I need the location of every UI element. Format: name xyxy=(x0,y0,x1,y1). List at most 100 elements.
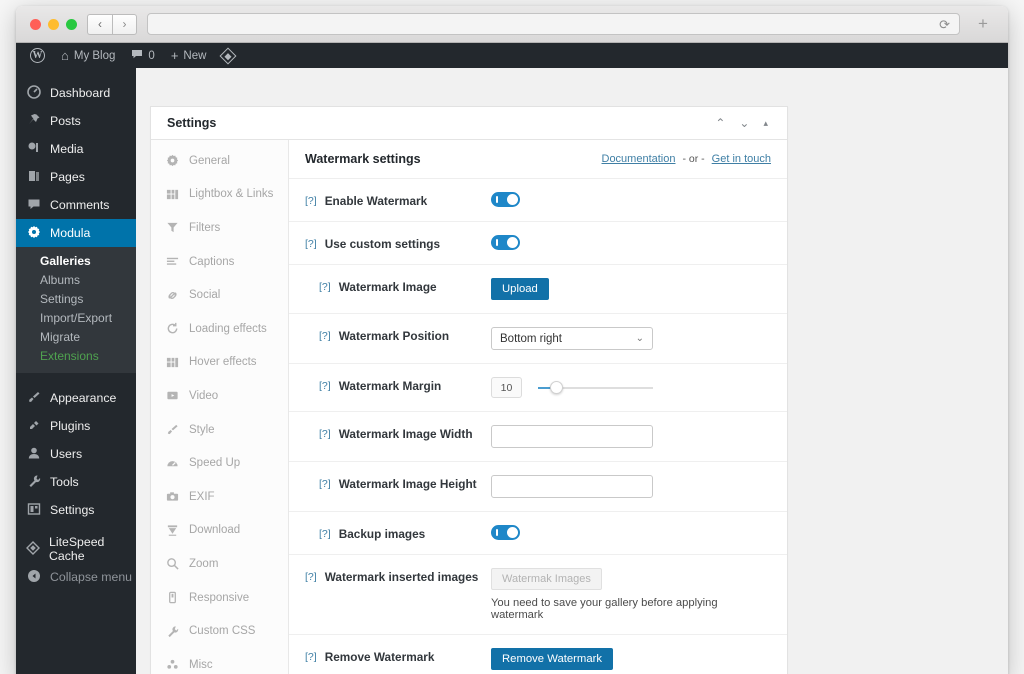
help-icon[interactable]: [?] xyxy=(305,571,317,583)
tab-filters[interactable]: Filters xyxy=(151,211,288,245)
sidebar-item-users[interactable]: Users xyxy=(16,440,136,468)
browser-window: ‹ › ⟳ + W ⌂ My Blog 0 + New Dashboard Po… xyxy=(16,6,1008,674)
back-icon[interactable]: ‹ xyxy=(87,13,112,35)
watermark-margin-value[interactable]: 10 xyxy=(491,377,522,398)
maximize-window-button[interactable] xyxy=(66,18,77,30)
tab-social[interactable]: Social xyxy=(151,278,288,312)
tab-zoom[interactable]: Zoom xyxy=(151,547,288,581)
sidebar-item-appearance[interactable]: Appearance xyxy=(16,384,136,412)
tab-style[interactable]: Style xyxy=(151,413,288,447)
tab-misc[interactable]: Misc xyxy=(151,648,288,674)
comment-count: 0 xyxy=(148,49,155,62)
watermark-image-height-input[interactable] xyxy=(491,475,653,498)
help-icon[interactable]: [?] xyxy=(319,528,331,540)
sidebar-item-media[interactable]: Media xyxy=(16,135,136,163)
link-icon xyxy=(165,288,179,302)
row-watermark-image: [?] Watermark Image Upload xyxy=(289,265,787,314)
sidebar-item-settings[interactable]: Settings xyxy=(16,496,136,524)
move-down-icon[interactable]: ⌄ xyxy=(732,117,756,129)
tab-responsive[interactable]: Responsive xyxy=(151,581,288,615)
slider-handle[interactable] xyxy=(550,381,563,394)
remove-watermark-button[interactable]: Remove Watermark xyxy=(491,648,614,670)
caption-icon xyxy=(165,255,179,269)
sidebar-item-tools[interactable]: Tools xyxy=(16,468,136,496)
row-label: [?] Remove Watermark xyxy=(305,648,491,664)
address-bar[interactable]: ⟳ xyxy=(147,13,960,35)
help-icon[interactable]: [?] xyxy=(319,380,331,392)
litespeed-button[interactable] xyxy=(214,43,242,68)
row-enable-watermark: [?] Enable Watermark xyxy=(289,179,787,222)
submenu-item-extensions[interactable]: Extensions xyxy=(16,347,136,366)
chevron-down-icon: ⌄ xyxy=(635,333,644,344)
row-control: Watermak Images You need to save your ga… xyxy=(491,568,771,621)
tab-video[interactable]: Video xyxy=(151,379,288,413)
new-tab-button[interactable]: + xyxy=(968,12,998,36)
tab-lightbox-links[interactable]: Lightbox & Links xyxy=(151,178,288,212)
brush-icon xyxy=(165,423,179,437)
documentation-link[interactable]: Documentation xyxy=(602,153,676,165)
field-label: Use custom settings xyxy=(324,237,441,251)
new-content-button[interactable]: + New xyxy=(163,43,215,68)
field-label: Backup images xyxy=(338,527,426,541)
wp-admin-sidebar: Dashboard Posts Media Pages Comments Mod… xyxy=(16,68,136,674)
help-icon[interactable]: [?] xyxy=(305,651,317,663)
submenu-item-galleries[interactable]: Galleries xyxy=(16,252,136,271)
tab-loading-effects[interactable]: Loading effects xyxy=(151,312,288,346)
move-up-icon[interactable]: ⌃ xyxy=(708,117,732,129)
sidebar-item-posts[interactable]: Posts xyxy=(16,107,136,135)
help-icon[interactable]: [?] xyxy=(305,238,317,250)
help-icon[interactable]: [?] xyxy=(319,478,331,490)
backup-images-toggle[interactable] xyxy=(491,525,520,540)
tab-download[interactable]: Download xyxy=(151,514,288,548)
submenu-item-migrate[interactable]: Migrate xyxy=(16,328,136,347)
settings-tabs: General Lightbox & Links Filters Caption… xyxy=(151,140,289,674)
collapse-panel-icon[interactable]: ▴ xyxy=(756,118,775,128)
sidebar-item-comments[interactable]: Comments xyxy=(16,191,136,219)
help-icon[interactable]: [?] xyxy=(319,330,331,342)
watermark-position-select[interactable]: Bottom right ⌄ xyxy=(491,327,653,350)
sidebar-item-modula[interactable]: Modula xyxy=(16,219,136,247)
submenu-item-import-export[interactable]: Import/Export xyxy=(16,309,136,328)
submenu-item-settings[interactable]: Settings xyxy=(16,290,136,309)
tab-captions[interactable]: Captions xyxy=(151,245,288,279)
nav-buttons[interactable]: ‹ › xyxy=(87,13,137,35)
help-icon[interactable]: [?] xyxy=(305,195,317,207)
tab-custom-css[interactable]: Custom CSS xyxy=(151,614,288,648)
tab-label: Loading effects xyxy=(189,322,267,335)
tab-general[interactable]: General xyxy=(151,144,288,178)
enable-watermark-toggle[interactable] xyxy=(491,192,520,207)
help-icon[interactable]: [?] xyxy=(319,281,331,293)
sidebar-item-plugins[interactable]: Plugins xyxy=(16,412,136,440)
collapse-menu-button[interactable]: Collapse menu xyxy=(16,563,136,591)
tab-speed-up[interactable]: Speed Up xyxy=(151,446,288,480)
camera-icon xyxy=(165,490,179,504)
sidebar-item-pages[interactable]: Pages xyxy=(16,163,136,191)
watermark-images-button[interactable]: Watermak Images xyxy=(491,568,602,590)
submenu-item-albums[interactable]: Albums xyxy=(16,271,136,290)
tab-hover-effects[interactable]: Hover effects xyxy=(151,346,288,380)
menu-spacer-bottom xyxy=(16,524,136,535)
screen: ‹ › ⟳ + W ⌂ My Blog 0 + New Dashboard Po… xyxy=(0,0,1024,674)
sidebar-item-litespeed-cache[interactable]: LiteSpeed Cache xyxy=(16,535,136,563)
help-icon[interactable]: [?] xyxy=(319,428,331,440)
reload-icon[interactable]: ⟳ xyxy=(939,18,950,31)
forward-icon[interactable]: › xyxy=(112,13,137,35)
close-window-button[interactable] xyxy=(30,18,41,30)
wp-logo-button[interactable]: W xyxy=(22,43,53,68)
sidebar-item-dashboard[interactable]: Dashboard xyxy=(16,79,136,107)
row-label: [?] Backup images xyxy=(319,525,491,541)
site-name-button[interactable]: ⌂ My Blog xyxy=(53,43,123,68)
comments-button[interactable]: 0 xyxy=(123,43,162,68)
field-label: Watermark Position xyxy=(338,329,450,343)
get-in-touch-link[interactable]: Get in touch xyxy=(712,153,771,165)
use-custom-settings-toggle[interactable] xyxy=(491,235,520,250)
watermark-margin-slider[interactable] xyxy=(538,381,653,395)
tab-exif[interactable]: EXIF xyxy=(151,480,288,514)
settings-header: Watermark settings Documentation - or - … xyxy=(289,140,787,179)
sidebar-item-label: Dashboard xyxy=(50,86,111,100)
watermark-image-width-input[interactable] xyxy=(491,425,653,448)
window-controls[interactable] xyxy=(30,18,77,30)
minimize-window-button[interactable] xyxy=(48,18,59,30)
grid-icon xyxy=(165,355,179,369)
upload-button[interactable]: Upload xyxy=(491,278,549,300)
